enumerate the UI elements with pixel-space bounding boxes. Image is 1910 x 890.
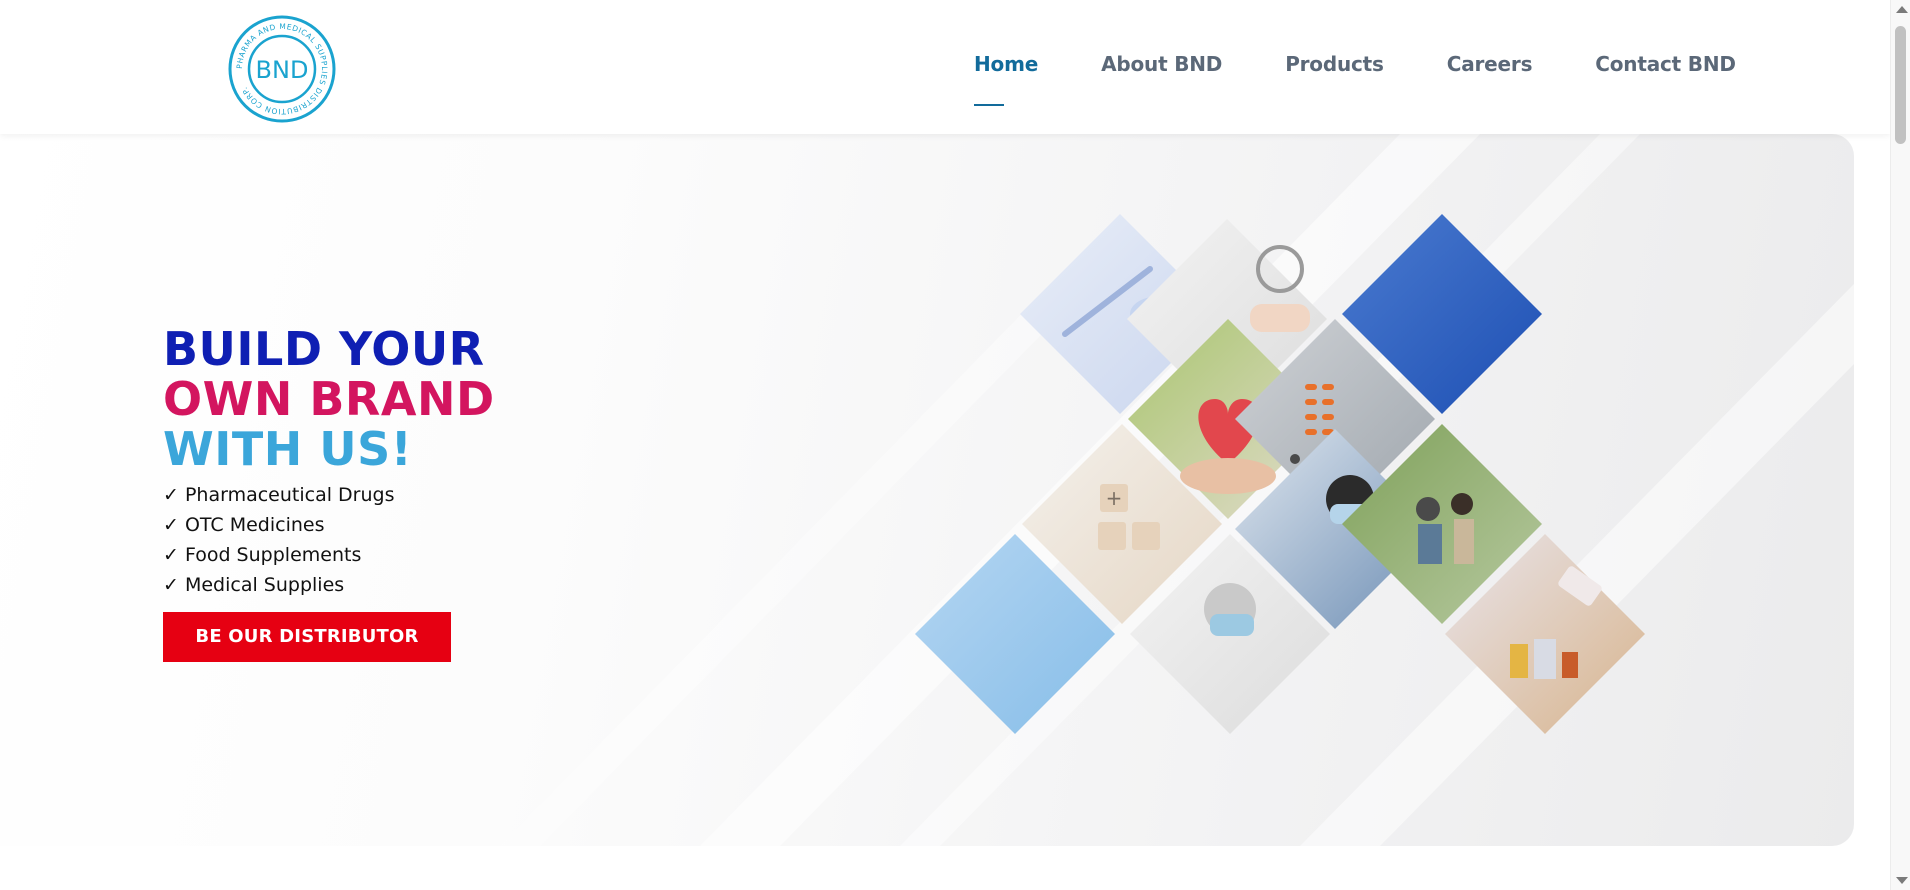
nav-home[interactable]: Home: [974, 52, 1038, 106]
nav-products[interactable]: Products: [1285, 52, 1384, 76]
hero-headline: BUILD YOUR OWN BRAND WITH US!: [163, 324, 495, 474]
scroll-thumb[interactable]: [1895, 26, 1906, 144]
be-our-distributor-button[interactable]: BE OUR DISTRIBUTOR: [163, 612, 451, 662]
hero-banner: BUILD YOUR OWN BRAND WITH US! ✓ Pharmace…: [0, 134, 1854, 846]
site-header: PHARMA AND MEDICAL SUPPLIES DISTRIBUTION…: [0, 0, 1890, 134]
page-scrollbar[interactable]: [1890, 0, 1910, 890]
checklist-item: ✓ Medical Supplies: [163, 574, 345, 596]
nav-about[interactable]: About BND: [1101, 52, 1222, 76]
svg-text:+: +: [1106, 486, 1123, 510]
scroll-down-arrow-icon[interactable]: [1896, 877, 1908, 884]
nav-careers[interactable]: Careers: [1447, 52, 1533, 76]
bnd-logo[interactable]: PHARMA AND MEDICAL SUPPLIES DISTRIBUTION…: [227, 14, 337, 124]
hero-photo-mosaic: +: [915, 214, 1645, 734]
headline-line-3: WITH US!: [163, 422, 413, 476]
headline-line-1: BUILD YOUR: [163, 322, 485, 376]
main-nav: Home About BND Products Careers Contact …: [974, 52, 1799, 106]
nav-contact[interactable]: Contact BND: [1595, 52, 1736, 76]
scroll-up-arrow-icon[interactable]: [1896, 6, 1908, 13]
checklist-item: ✓ OTC Medicines: [163, 514, 325, 536]
logo-text: BND: [256, 56, 309, 84]
hero-text-block: BUILD YOUR OWN BRAND WITH US! ✓ Pharmace…: [163, 324, 495, 662]
product-checklist: ✓ Pharmaceutical Drugs ✓ OTC Medicines ✓…: [163, 480, 495, 600]
checklist-item: ✓ Pharmaceutical Drugs: [163, 484, 395, 506]
checklist-item: ✓ Food Supplements: [163, 544, 362, 566]
headline-line-2: OWN BRAND: [163, 372, 495, 426]
